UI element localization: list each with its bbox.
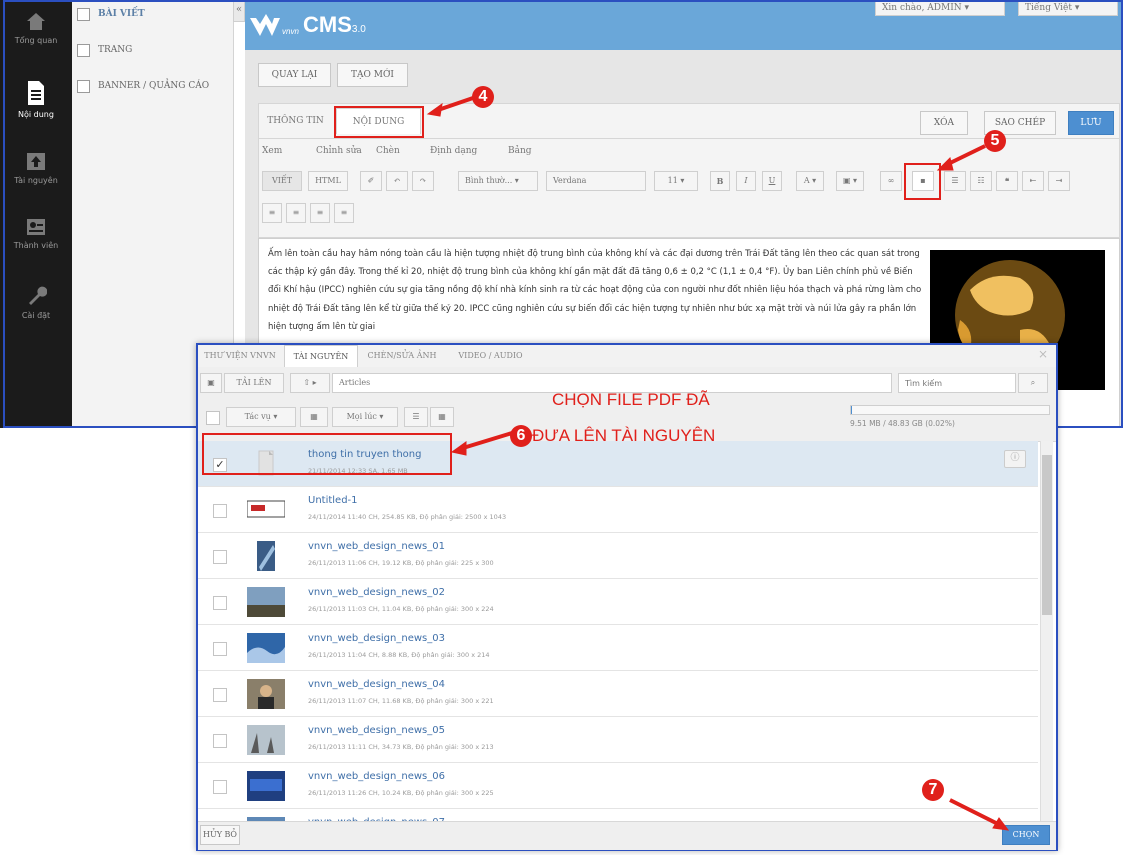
step-badge-5: 5 (984, 130, 1006, 152)
step-badge-7: 7 (922, 779, 944, 801)
step-badge-6: 6 (510, 425, 532, 447)
annotation-text-2: ĐƯA LÊN TÀI NGUYÊN (532, 426, 716, 445)
arrow-5 (947, 144, 986, 166)
arrow-6 (462, 431, 513, 450)
arrow-7 (949, 798, 999, 826)
step-badge-4: 4 (472, 86, 494, 108)
annotation-text: CHỌN FILE PDF ĐÃ (552, 390, 710, 409)
arrow-4 (437, 96, 474, 112)
